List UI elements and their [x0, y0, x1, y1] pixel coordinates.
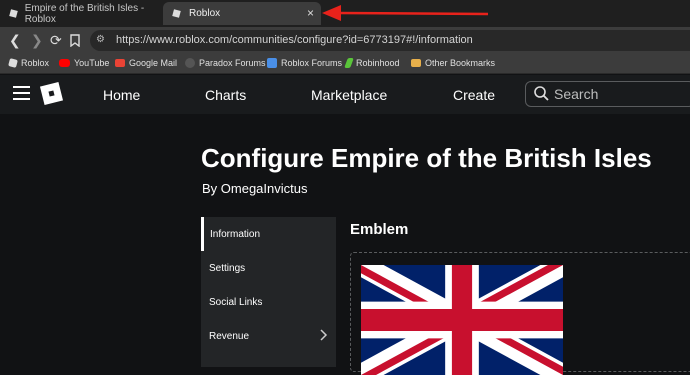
browser-tab[interactable]: Empire of the British Isles - Roblox	[0, 2, 160, 25]
group-owner-byline: By OmegaInvictus	[202, 181, 308, 196]
reload-icon[interactable]: ⟳	[50, 32, 62, 48]
nav-create[interactable]: Create	[453, 87, 495, 103]
sidebar-item-social-links[interactable]: Social Links	[201, 285, 336, 319]
sidebar-item-information[interactable]: Information	[201, 217, 336, 251]
page-content: Configure Empire of the British Isles By…	[0, 114, 690, 375]
group-emblem-union-jack-image	[361, 265, 563, 375]
menu-icon[interactable]	[13, 86, 30, 100]
nav-marketplace[interactable]: Marketplace	[311, 87, 387, 103]
sidebar-item-label: Settings	[209, 262, 246, 274]
nav-home[interactable]: Home	[103, 87, 140, 103]
roblox-favicon-icon	[8, 8, 18, 19]
chevron-right-icon	[320, 329, 328, 341]
search-placeholder: Search	[554, 86, 599, 102]
bookmark-label: Roblox Forums	[281, 58, 343, 68]
back-icon[interactable]: ❮	[9, 32, 21, 48]
roblox-icon	[8, 58, 18, 68]
bookmark-roblox[interactable]: Roblox	[8, 58, 50, 68]
forward-icon[interactable]: ❯	[31, 32, 43, 48]
page-title: Configure Empire of the British Isles	[201, 143, 652, 173]
nav-charts[interactable]: Charts	[205, 87, 246, 103]
roblox-forums-icon	[267, 58, 277, 68]
roblox-logo-icon[interactable]	[39, 81, 64, 106]
bookmarks-bar: Roblox YouTube Google Mail Paradox Forum…	[0, 54, 690, 74]
browser-tab-active[interactable]: Roblox ×	[163, 2, 321, 25]
tab-title: Empire of the British Isles - Roblox	[24, 2, 145, 25]
bookmark-youtube[interactable]: YouTube	[59, 58, 109, 68]
paradox-icon	[185, 58, 195, 68]
url-field[interactable]: ⚙ https://www.roblox.com/communities/con…	[90, 30, 690, 51]
sidebar-item-settings[interactable]: Settings	[201, 251, 336, 285]
roblox-favicon-icon	[171, 8, 182, 19]
bookmark-label: Roblox	[21, 58, 50, 68]
roblox-top-nav: Home Charts Marketplace Create Search	[0, 75, 690, 114]
search-icon	[534, 86, 549, 101]
robinhood-icon	[344, 58, 354, 68]
close-tab-icon[interactable]: ×	[307, 7, 314, 19]
bookmark-robinhood[interactable]: Robinhood	[344, 58, 400, 68]
search-input[interactable]: Search	[525, 81, 690, 107]
url-text: https://www.roblox.com/communities/confi…	[116, 34, 473, 46]
sidebar-item-label: Information	[210, 228, 261, 240]
youtube-icon	[59, 59, 70, 67]
tab-title: Roblox	[189, 8, 221, 19]
configure-sidebar: Information Settings Social Links Revenu…	[201, 217, 336, 367]
bookmark-label: Robinhood	[356, 58, 400, 68]
bookmark-label: Google Mail	[129, 58, 178, 68]
bookmark-roblox-forums[interactable]: Roblox Forums	[267, 58, 342, 68]
address-bar-row: ❮ ❯ ⟳ ⚙ https://www.roblox.com/communiti…	[0, 27, 690, 54]
gmail-icon	[115, 59, 125, 67]
bookmark-label: YouTube	[74, 58, 110, 68]
sidebar-item-label: Social Links	[209, 296, 263, 308]
annotation-arrow	[322, 5, 489, 21]
bookmark-label: Paradox Forums	[199, 58, 266, 68]
bookmark-paradox-forums[interactable]: Paradox Forums	[185, 58, 266, 68]
bookmark-other-bookmarks[interactable]: Other Bookmarks	[411, 58, 495, 68]
bookmark-label: Other Bookmarks	[425, 58, 496, 68]
sidebar-item-label: Revenue	[209, 330, 250, 342]
sidebar-item-revenue[interactable]: Revenue	[201, 319, 336, 353]
bookmark-google-mail[interactable]: Google Mail	[115, 58, 177, 68]
emblem-heading: Emblem	[350, 221, 409, 238]
folder-icon	[411, 59, 421, 67]
bookmark-star-icon[interactable]	[70, 34, 80, 47]
site-settings-icon[interactable]: ⚙	[96, 34, 105, 45]
